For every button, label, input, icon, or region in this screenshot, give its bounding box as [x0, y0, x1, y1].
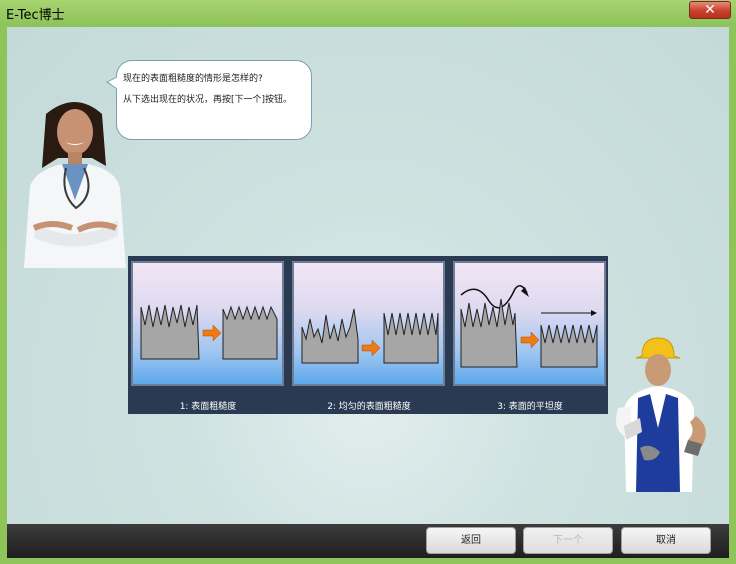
option-uniform-roughness[interactable]: 2: 均匀的表面粗糙度 [289, 256, 449, 414]
option-1-panel [131, 261, 284, 386]
option-surface-flatness[interactable]: 3: 表面的平坦度 [450, 256, 610, 414]
worker-illustration [616, 337, 706, 492]
option-1-label: 1: 表面粗糙度 [179, 402, 237, 412]
speech-bubble: 现在的表面粗糙度的情形是怎样的? 从下选出现在的状况，再按[下一个]按钮。 [116, 60, 312, 140]
option-2-label: 2: 均匀的表面粗糙度 [327, 402, 411, 412]
arrow-icon [202, 324, 222, 342]
doctor-illustration [24, 102, 126, 268]
button-bar: 返回 下一个 取消 [7, 524, 729, 558]
option-3-diagram [460, 285, 598, 368]
window-title: E-Tec博士 [6, 8, 65, 23]
app-window: E-Tec博士 ✕ 现在的表面粗糙度的情形是怎样的? 从下选出现在的状况，再按[… [0, 0, 736, 564]
next-button[interactable]: 下一个 [523, 527, 613, 554]
option-2-panel [292, 261, 445, 386]
option-surface-roughness[interactable]: 1: 表面粗糙度 [128, 256, 288, 414]
back-button[interactable]: 返回 [426, 527, 516, 554]
option-2-diagram [301, 308, 439, 364]
arrow-icon [520, 331, 540, 349]
option-1-diagram [140, 304, 278, 360]
bubble-tail-inner [108, 77, 118, 89]
title-bar: E-Tec博士 ✕ [0, 0, 736, 26]
close-button[interactable]: ✕ [689, 1, 731, 19]
cancel-button[interactable]: 取消 [621, 527, 711, 554]
option-3-panel [453, 261, 606, 386]
instruction-text: 从下选出现在的状况，再按[下一个]按钮。 [123, 95, 293, 105]
option-strip: 1: 表面粗糙度 2: 均匀的表面粗糙度 3: 表面的平坦度 [128, 256, 608, 414]
arrow-icon [361, 339, 381, 357]
question-text: 现在的表面粗糙度的情形是怎样的? [123, 74, 263, 84]
option-3-label: 3: 表面的平坦度 [497, 402, 563, 412]
